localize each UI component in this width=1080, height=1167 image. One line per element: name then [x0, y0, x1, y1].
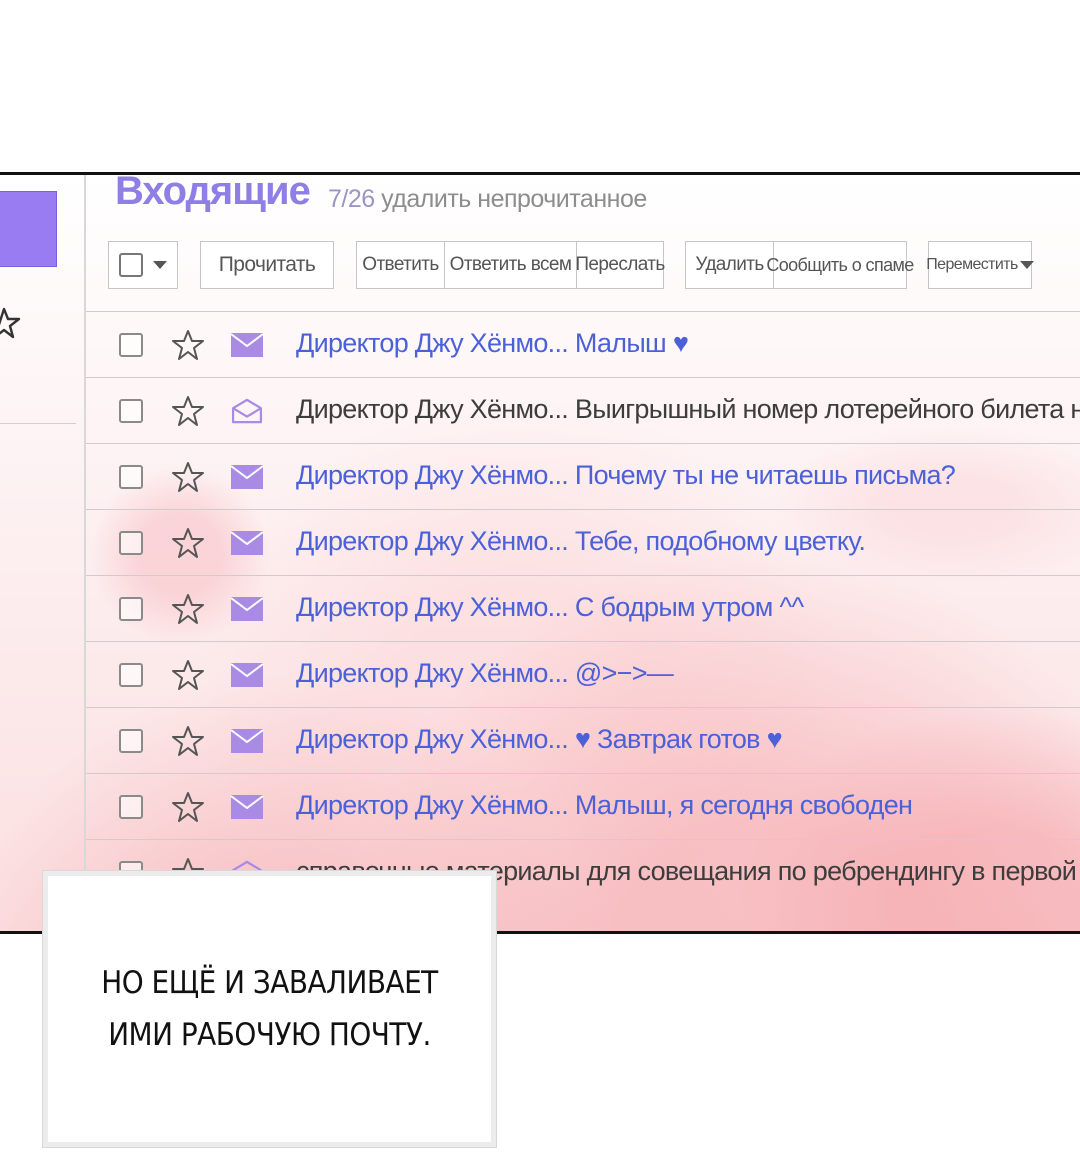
row-checkbox[interactable] [119, 729, 143, 753]
select-all-checkbox[interactable] [119, 253, 143, 277]
star-icon[interactable] [171, 460, 205, 494]
message-row[interactable]: Директор Джу Хёнмо... Малыш ♥ [86, 311, 1080, 377]
star-icon[interactable] [171, 394, 205, 428]
inbox-title: Входящие [115, 172, 311, 213]
unread-envelope-icon [230, 729, 264, 753]
unread-envelope-icon [230, 531, 264, 555]
sidebar [0, 175, 86, 931]
message-row[interactable]: Директор Джу Хёнмо... @>−>— [86, 641, 1080, 707]
unread-envelope-icon [230, 333, 264, 357]
compose-button[interactable] [0, 191, 57, 267]
report-spam-button[interactable]: Сообщить о спаме [766, 242, 914, 288]
reply-button-group: Ответить Ответить всем Переслать [356, 241, 665, 289]
unread-envelope-icon [230, 465, 264, 489]
star-icon[interactable] [171, 592, 205, 626]
unread-envelope-icon [230, 663, 264, 687]
chevron-down-icon [153, 261, 167, 269]
message-subject[interactable]: Директор Джу Хёнмо... Тебе, подобному цв… [296, 526, 866, 557]
mark-read-button[interactable]: Прочитать [201, 242, 333, 288]
starred-folder-star-icon[interactable] [0, 307, 24, 341]
message-subject[interactable]: Директор Джу Хёнмо... Малыш, я сегодня с… [296, 790, 913, 821]
message-row[interactable]: Директор Джу Хёнмо... Почему ты не читае… [86, 443, 1080, 509]
comic-caption-box: НО ЕЩЁ И ЗАВАЛИВАЕТ ИМИ РАБОЧУЮ ПОЧТУ. [43, 871, 496, 1147]
star-icon[interactable] [171, 658, 205, 692]
unread-count-value: 7/26 [328, 185, 375, 213]
forward-button[interactable]: Переслать [575, 242, 665, 288]
chevron-down-icon [1019, 261, 1034, 269]
row-checkbox[interactable] [119, 597, 143, 621]
row-checkbox[interactable] [119, 531, 143, 555]
select-all-control[interactable] [109, 242, 177, 288]
caption-line-1: НО ЕЩЁ И ЗАВАЛИВАЕТ [101, 965, 438, 1001]
read-button-group: Прочитать [200, 241, 334, 289]
read-envelope-icon [231, 398, 263, 424]
email-client-panel: Входящие 7/26 удалить непрочитанное Проч… [0, 172, 1080, 934]
row-checkbox[interactable] [119, 399, 143, 423]
sidebar-divider [0, 423, 76, 424]
reply-all-button[interactable]: Ответить всем [445, 242, 577, 288]
move-dropdown-button[interactable]: Переместить [926, 242, 1034, 288]
move-button-group: Переместить [926, 241, 1034, 289]
delete-button[interactable]: Удалить [686, 242, 774, 288]
row-checkbox[interactable] [119, 333, 143, 357]
row-checkbox[interactable] [119, 663, 143, 687]
message-row[interactable]: Директор Джу Хёнмо... ♥ Завтрак готов ♥ [86, 707, 1080, 773]
star-icon[interactable] [171, 724, 205, 758]
caption-line-2: ИМИ РАБОЧУЮ ПОЧТУ. [108, 1017, 431, 1053]
message-row[interactable]: Директор Джу Хёнмо... Малыш, я сегодня с… [86, 773, 1080, 839]
message-subject[interactable]: Директор Джу Хёнмо... С бодрым утром ^^ [296, 592, 804, 623]
star-icon[interactable] [171, 328, 205, 362]
message-subject[interactable]: Директор Джу Хёнмо... ♥ Завтрак готов ♥ [296, 724, 783, 755]
row-checkbox[interactable] [119, 795, 143, 819]
message-subject[interactable]: Директор Джу Хёнмо... Выигрышный номер л… [296, 394, 1080, 425]
delete-button-group: Удалить Сообщить о спаме [685, 241, 914, 289]
row-checkbox[interactable] [119, 465, 143, 489]
message-row[interactable]: Директор Джу Хёнмо... Выигрышный номер л… [86, 377, 1080, 443]
message-subject[interactable]: Директор Джу Хёнмо... Малыш ♥ [296, 328, 689, 359]
reply-button[interactable]: Ответить [357, 242, 445, 288]
star-icon[interactable] [171, 790, 205, 824]
message-subject[interactable]: Директор Джу Хёнмо... @>−>— [296, 658, 674, 689]
delete-unread-link[interactable]: удалить непрочитанное [381, 185, 647, 213]
select-all-dropdown[interactable] [108, 241, 178, 289]
message-row[interactable]: Директор Джу Хёнмо... С бодрым утром ^^ [86, 575, 1080, 641]
message-row[interactable]: Директор Джу Хёнмо... Тебе, подобному цв… [86, 509, 1080, 575]
unread-envelope-icon [230, 597, 264, 621]
unread-envelope-icon [230, 795, 264, 819]
message-subject[interactable]: Директор Джу Хёнмо... Почему ты не читае… [296, 460, 956, 491]
unread-count: 7/26 удалить непрочитанное [328, 185, 647, 214]
star-icon[interactable] [171, 526, 205, 560]
move-button-label: Переместить [926, 256, 1018, 273]
